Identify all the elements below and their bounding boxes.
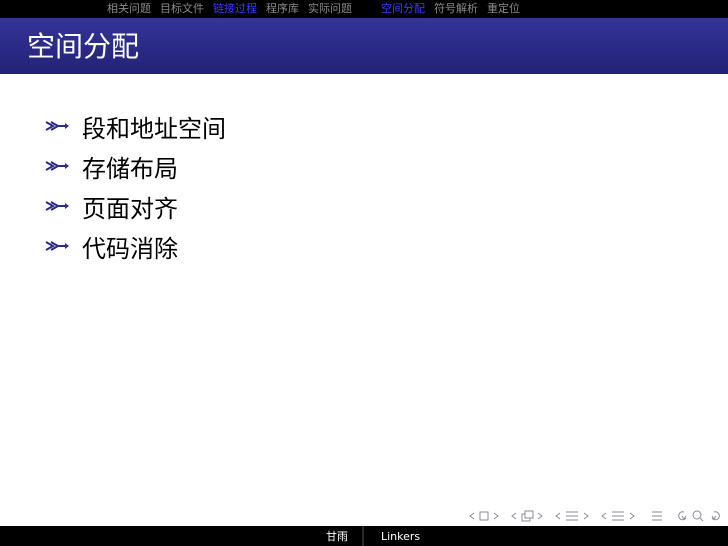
nav-section-object-files[interactable]: 目标文件 <box>160 0 204 18</box>
section-nav-left: 相关问题 目标文件 链接过程 程序库 实际问题 <box>0 0 364 18</box>
next-part-icon[interactable] <box>629 512 635 520</box>
next-subsection-icon[interactable] <box>537 512 543 520</box>
list-item-text: 存储布局 <box>82 154 178 183</box>
search-back-icon[interactable] <box>678 511 687 521</box>
footer-short-title: Linkers <box>381 529 421 543</box>
search-icon[interactable] <box>692 510 704 522</box>
list-item: 代码消除 <box>44 226 226 266</box>
prev-subsection-icon[interactable] <box>511 512 517 520</box>
nav-section-practical-issues[interactable]: 实际问题 <box>308 0 352 18</box>
frame-title: 空间分配 <box>27 30 140 63</box>
arrow-bullet-icon <box>45 161 69 171</box>
list-item: 存储布局 <box>44 146 226 186</box>
list-item-text: 页面对齐 <box>82 194 178 223</box>
list-item-text: 段和地址空间 <box>82 114 226 143</box>
footer-author-box: 甘雨 <box>0 526 364 546</box>
top-navigation-bar: 相关问题 目标文件 链接过程 程序库 实际问题 空间分配 符号解析 重定位 <box>0 0 728 18</box>
frame-icon[interactable] <box>479 511 489 521</box>
nav-section-related-issues[interactable]: 相关问题 <box>107 0 151 18</box>
subsection-nav-right: 空间分配 符号解析 重定位 <box>364 0 728 18</box>
footer-author: 甘雨 <box>326 530 348 543</box>
nav-subsection-space-allocation[interactable]: 空间分配 <box>381 0 425 18</box>
align-icon[interactable] <box>652 511 662 521</box>
arrow-bullet-icon <box>45 241 69 251</box>
prev-part-icon[interactable] <box>601 512 607 520</box>
arrow-bullet-icon <box>45 201 69 211</box>
list-item: 页面对齐 <box>44 186 226 226</box>
search-forward-icon[interactable] <box>711 511 720 521</box>
next-section-icon[interactable] <box>583 512 589 520</box>
list-item: 段和地址空间 <box>44 106 226 146</box>
subsection-icon[interactable] <box>521 510 534 522</box>
section-icon[interactable] <box>566 511 578 521</box>
next-frame-icon[interactable] <box>493 512 499 520</box>
prev-section-icon[interactable] <box>555 512 561 520</box>
footer-bar: 甘雨 Linkers <box>0 526 728 546</box>
nav-section-libraries[interactable]: 程序库 <box>266 0 299 18</box>
arrow-bullet-icon <box>45 121 69 131</box>
list-item-text: 代码消除 <box>82 234 178 263</box>
frame-title-bar: 空间分配 <box>0 18 728 74</box>
nav-subsection-relocation[interactable]: 重定位 <box>487 0 520 18</box>
navigation-symbols <box>469 510 720 522</box>
nav-subsection-symbol-resolution[interactable]: 符号解析 <box>434 0 478 18</box>
nav-section-linking-process[interactable]: 链接过程 <box>213 0 257 18</box>
footer-divider <box>362 526 364 546</box>
part-icon[interactable] <box>612 511 624 521</box>
bullet-list: 段和地址空间 存储布局 页面对齐 代码消除 <box>44 106 226 266</box>
prev-frame-icon[interactable] <box>469 512 475 520</box>
footer-title-box: Linkers <box>364 526 728 546</box>
